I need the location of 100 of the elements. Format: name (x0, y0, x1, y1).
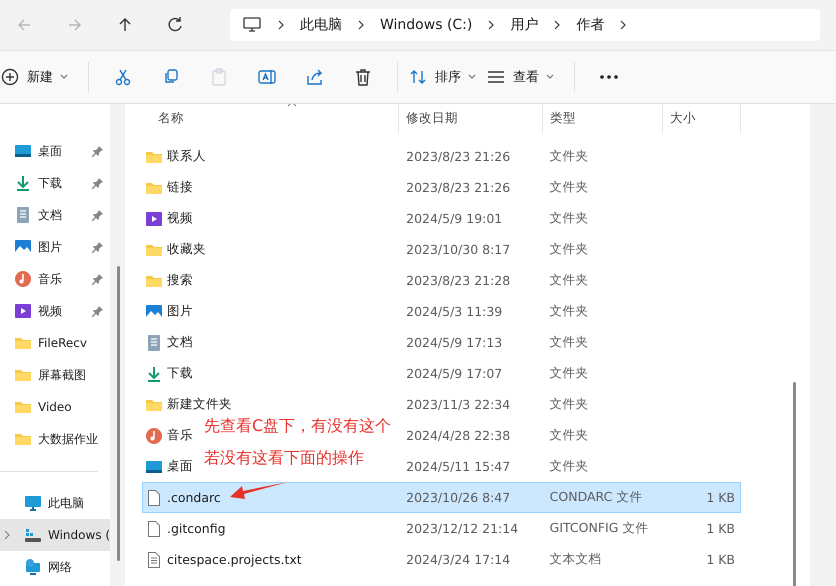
chevron-right-icon (619, 19, 628, 31)
file-type: 文件夹 (550, 365, 589, 380)
sidebar-label: 屏幕截图 (38, 366, 86, 384)
picture-icon (14, 238, 32, 256)
chevron-right-icon (357, 19, 365, 31)
modified-date: 2024/5/3 11:39 (406, 304, 502, 319)
chevron-right-icon (487, 19, 496, 31)
file-type: 文件夹 (550, 272, 589, 287)
breadcrumb-item[interactable]: Windows (C:) (380, 17, 472, 33)
chevron-right-icon (553, 19, 562, 31)
file-type: 文件夹 (550, 303, 589, 318)
plus-circle-icon (0, 67, 20, 87)
file-name: 文档 (167, 334, 193, 351)
sidebar-item[interactable]: 文档 (0, 199, 110, 231)
rename-icon (257, 67, 277, 87)
file-type: 文件夹 (550, 148, 589, 163)
sidebar-label: 桌面 (38, 142, 62, 160)
drive-icon (24, 526, 42, 544)
sidebar-item[interactable]: 视频 (0, 295, 110, 327)
sidebar-item[interactable]: 屏幕截图 (0, 359, 110, 391)
pin-icon (92, 177, 104, 189)
new-button[interactable]: 新建 (0, 59, 78, 95)
chevron-right-icon (277, 19, 285, 31)
scrollbar-thumb[interactable] (117, 266, 120, 561)
pin-icon (92, 209, 104, 221)
modified-date: 2023/10/26 8:47 (406, 490, 510, 505)
sidebar-item[interactable]: FileRecv (0, 327, 110, 359)
address-bar[interactable]: 此电脑 Windows (C:) 用户 作者 (230, 9, 820, 41)
file-type: 文件夹 (550, 458, 589, 473)
download-icon (14, 174, 32, 192)
file-name: 视频 (167, 210, 193, 227)
sidebar-item[interactable]: 图片 (0, 231, 110, 263)
sidebar-item[interactable]: Video (0, 391, 110, 423)
video-icon (145, 210, 163, 228)
file-type: 文件夹 (550, 334, 589, 349)
pc-icon (24, 494, 42, 512)
breadcrumb-item[interactable]: 用户 (510, 16, 538, 34)
pin-icon (92, 305, 104, 317)
sidebar-item[interactable]: 桌面 (0, 135, 110, 167)
column-header[interactable]: 名称 (142, 104, 399, 133)
file-name: 收藏夹 (167, 241, 206, 258)
pin-icon (92, 241, 104, 253)
modified-date: 2024/3/24 17:14 (406, 552, 510, 567)
breadcrumb-item[interactable]: 此电脑 (300, 16, 342, 34)
column-header[interactable]: 大小 (663, 104, 741, 133)
sidebar-item[interactable]: 网络 (0, 551, 110, 583)
more-dots-icon (599, 74, 619, 80)
file-name: 图片 (167, 303, 193, 320)
pin-icon (92, 273, 104, 285)
modified-date: 2024/4/28 22:38 (406, 428, 510, 443)
modified-date: 2023/10/30 8:17 (406, 242, 510, 257)
document-icon (14, 206, 32, 224)
network-icon (24, 558, 42, 576)
sidebar-label: 大数据作业 (38, 430, 98, 448)
video-icon (14, 302, 32, 320)
text-icon (145, 550, 163, 568)
file-name: 新建文件夹 (167, 396, 232, 413)
caret-icon (60, 74, 68, 80)
view-button[interactable]: 查看 (486, 59, 564, 95)
modified-date: 2023/8/23 21:26 (406, 149, 510, 164)
file-size: 1 KB (706, 521, 736, 536)
modified-date: 2023/12/12 21:14 (406, 521, 518, 536)
sort-button[interactable]: 排序 (408, 59, 486, 95)
caret-icon (468, 74, 476, 80)
breadcrumb-item[interactable]: 作者 (576, 16, 604, 34)
sidebar-item[interactable]: 音乐 (0, 263, 110, 295)
scrollbar-thumb[interactable] (793, 382, 796, 586)
sidebar-label: 图片 (38, 238, 62, 256)
file-size: 1 KB (706, 490, 736, 505)
file-name: .condarc (167, 490, 221, 505)
download-icon (145, 364, 163, 382)
file-name: 链接 (167, 179, 193, 196)
file-name: 联系人 (167, 148, 206, 165)
annotation-text: 先查看C盘下，有没有这个 (204, 415, 392, 437)
sidebar-label: 网络 (48, 558, 72, 576)
sidebar-label: FileRecv (38, 336, 87, 350)
sidebar-item[interactable]: 大数据作业 (0, 423, 110, 455)
file-size: 1 KB (706, 552, 736, 567)
column-header[interactable]: 类型 (543, 104, 663, 133)
file-name: 搜索 (167, 272, 193, 289)
modified-date: 2024/5/9 19:01 (406, 211, 502, 226)
document-icon (145, 334, 163, 352)
sidebar-item[interactable]: 下载 (0, 167, 110, 199)
modified-date: 2023/8/23 21:28 (406, 273, 510, 288)
file-type: 文本文档 (550, 551, 602, 566)
file-icon (145, 488, 163, 506)
music-icon (14, 270, 32, 288)
column-header[interactable]: 修改日期 (399, 104, 543, 133)
modified-date: 2024/5/9 17:13 (406, 335, 502, 350)
file-type: 文件夹 (550, 210, 589, 225)
sidebar-label: 此电脑 (48, 494, 84, 512)
file-type: 文件夹 (550, 179, 589, 194)
selected-file-row[interactable]: .condarc 2023/10/26 8:47 CONDARC 文件 1 KB (142, 482, 741, 513)
sidebar-item[interactable]: 此电脑 (0, 487, 110, 519)
file-name: citespace.projects.txt (167, 552, 302, 567)
file-icon (145, 520, 163, 538)
sidebar-item[interactable]: Windows ( (0, 519, 110, 551)
file-name: 下载 (167, 365, 193, 382)
trash-icon (353, 67, 373, 87)
modified-date: 2024/5/9 17:07 (406, 366, 502, 381)
